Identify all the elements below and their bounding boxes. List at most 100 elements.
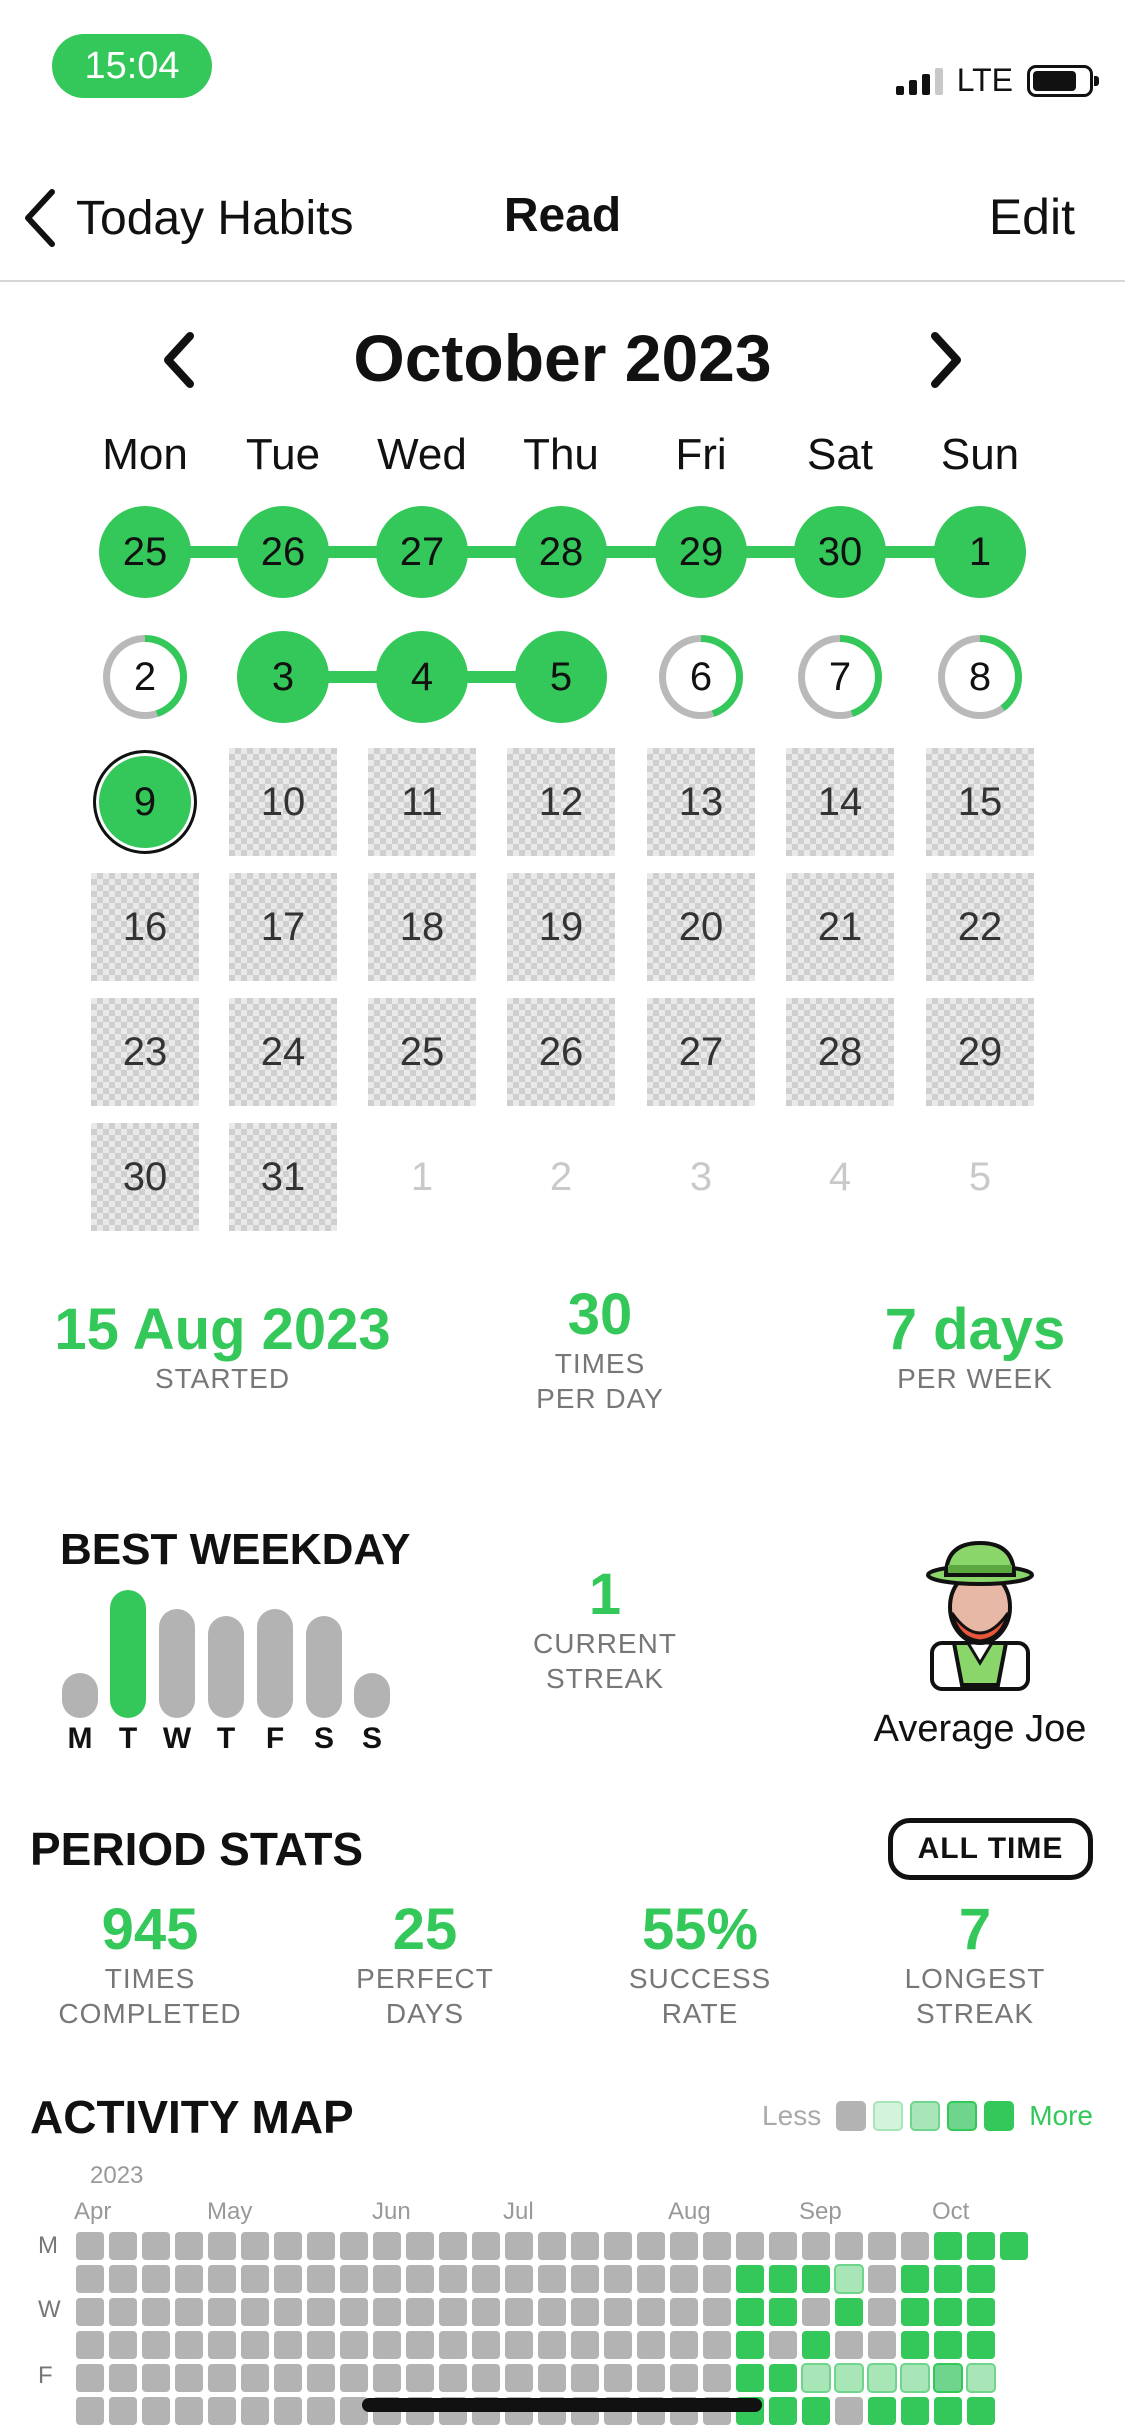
activity-cell[interactable] <box>967 2397 995 2425</box>
activity-cell[interactable] <box>505 2331 533 2359</box>
activity-cell[interactable] <box>604 2232 632 2260</box>
calendar-day-done[interactable]: 28 <box>515 506 607 598</box>
calendar-day-future[interactable]: 20 <box>647 873 755 981</box>
activity-cell[interactable] <box>340 2331 368 2359</box>
activity-cell[interactable] <box>373 2331 401 2359</box>
home-indicator[interactable] <box>362 2398 762 2412</box>
activity-cell[interactable] <box>736 2364 764 2392</box>
activity-cell[interactable] <box>934 2397 962 2425</box>
activity-cell[interactable] <box>769 2298 797 2326</box>
activity-cell[interactable] <box>901 2397 929 2425</box>
activity-cell[interactable] <box>637 2265 665 2293</box>
calendar-day-future[interactable]: 27 <box>647 998 755 1106</box>
activity-cell[interactable] <box>439 2265 467 2293</box>
activity-cell[interactable] <box>109 2265 137 2293</box>
activity-cell[interactable] <box>307 2265 335 2293</box>
activity-cell[interactable] <box>109 2298 137 2326</box>
activity-cell[interactable] <box>571 2331 599 2359</box>
activity-cell[interactable] <box>340 2232 368 2260</box>
next-month-button[interactable] <box>925 330 965 395</box>
activity-cell[interactable] <box>1000 2232 1028 2260</box>
calendar-day-other[interactable]: 4 <box>786 1123 894 1231</box>
calendar-day-done[interactable]: 30 <box>794 506 886 598</box>
activity-cell[interactable] <box>670 2331 698 2359</box>
activity-cell[interactable] <box>472 2331 500 2359</box>
activity-cell[interactable] <box>868 2265 896 2293</box>
activity-cell[interactable] <box>505 2265 533 2293</box>
activity-cell[interactable] <box>900 2363 930 2393</box>
calendar-day-future[interactable]: 17 <box>229 873 337 981</box>
activity-cell[interactable] <box>703 2331 731 2359</box>
calendar-day-future[interactable]: 23 <box>91 998 199 1106</box>
activity-cell[interactable] <box>274 2331 302 2359</box>
activity-cell[interactable] <box>835 2397 863 2425</box>
calendar-day-done[interactable]: 29 <box>655 506 747 598</box>
activity-cell[interactable] <box>703 2364 731 2392</box>
activity-cell[interactable] <box>472 2232 500 2260</box>
activity-cell[interactable] <box>340 2364 368 2392</box>
activity-cell[interactable] <box>373 2364 401 2392</box>
activity-cell[interactable] <box>142 2397 170 2425</box>
calendar-day-future[interactable]: 25 <box>368 998 476 1106</box>
activity-cell[interactable] <box>373 2265 401 2293</box>
activity-cell[interactable] <box>175 2298 203 2326</box>
activity-cell[interactable] <box>801 2363 831 2393</box>
activity-cell[interactable] <box>868 2232 896 2260</box>
activity-cell[interactable] <box>274 2265 302 2293</box>
activity-cell[interactable] <box>934 2298 962 2326</box>
activity-cell[interactable] <box>241 2397 269 2425</box>
avatar-person-hat-icon[interactable] <box>910 1535 1050 1695</box>
activity-cell[interactable] <box>76 2397 104 2425</box>
activity-cell[interactable] <box>439 2364 467 2392</box>
activity-cell[interactable] <box>208 2364 236 2392</box>
calendar-day-partial[interactable]: 6 <box>659 635 743 719</box>
activity-cell[interactable] <box>505 2298 533 2326</box>
calendar-day-done[interactable]: 5 <box>515 631 607 723</box>
calendar-day-future[interactable]: 28 <box>786 998 894 1106</box>
activity-cell[interactable] <box>571 2298 599 2326</box>
activity-cell[interactable] <box>76 2364 104 2392</box>
calendar-day-future[interactable]: 24 <box>229 998 337 1106</box>
activity-cell[interactable] <box>670 2232 698 2260</box>
activity-cell[interactable] <box>637 2232 665 2260</box>
activity-cell[interactable] <box>175 2331 203 2359</box>
activity-cell[interactable] <box>109 2232 137 2260</box>
calendar-day-other[interactable]: 5 <box>926 1123 1034 1231</box>
calendar-day-future[interactable]: 21 <box>786 873 894 981</box>
activity-cell[interactable] <box>76 2331 104 2359</box>
calendar-day-done[interactable]: 3 <box>237 631 329 723</box>
activity-cell[interactable] <box>901 2331 929 2359</box>
activity-cell[interactable] <box>142 2331 170 2359</box>
activity-cell[interactable] <box>142 2298 170 2326</box>
activity-cell[interactable] <box>736 2265 764 2293</box>
activity-cell[interactable] <box>406 2265 434 2293</box>
activity-cell[interactable] <box>373 2298 401 2326</box>
calendar-day-other[interactable]: 2 <box>507 1123 615 1231</box>
activity-cell[interactable] <box>505 2364 533 2392</box>
all-time-filter-button[interactable]: ALL TIME <box>888 1818 1093 1880</box>
calendar-day-future[interactable]: 14 <box>786 748 894 856</box>
calendar-day-done[interactable]: 4 <box>376 631 468 723</box>
activity-cell[interactable] <box>571 2232 599 2260</box>
activity-cell[interactable] <box>373 2232 401 2260</box>
activity-cell[interactable] <box>175 2265 203 2293</box>
activity-cell[interactable] <box>703 2298 731 2326</box>
activity-cell[interactable] <box>208 2298 236 2326</box>
calendar-day-done[interactable]: 25 <box>99 506 191 598</box>
calendar-day-done[interactable]: 27 <box>376 506 468 598</box>
calendar-day-partial[interactable]: 7 <box>798 635 882 719</box>
activity-cell[interactable] <box>769 2364 797 2392</box>
activity-cell[interactable] <box>307 2364 335 2392</box>
activity-cell[interactable] <box>901 2298 929 2326</box>
activity-cell[interactable] <box>967 2232 995 2260</box>
activity-cell[interactable] <box>571 2364 599 2392</box>
activity-cell[interactable] <box>274 2364 302 2392</box>
activity-cell[interactable] <box>406 2364 434 2392</box>
activity-cell[interactable] <box>703 2265 731 2293</box>
activity-cell[interactable] <box>340 2298 368 2326</box>
activity-cell[interactable] <box>307 2331 335 2359</box>
activity-cell[interactable] <box>439 2298 467 2326</box>
activity-cell[interactable] <box>834 2363 864 2393</box>
calendar-day-future[interactable]: 13 <box>647 748 755 856</box>
activity-cell[interactable] <box>868 2331 896 2359</box>
